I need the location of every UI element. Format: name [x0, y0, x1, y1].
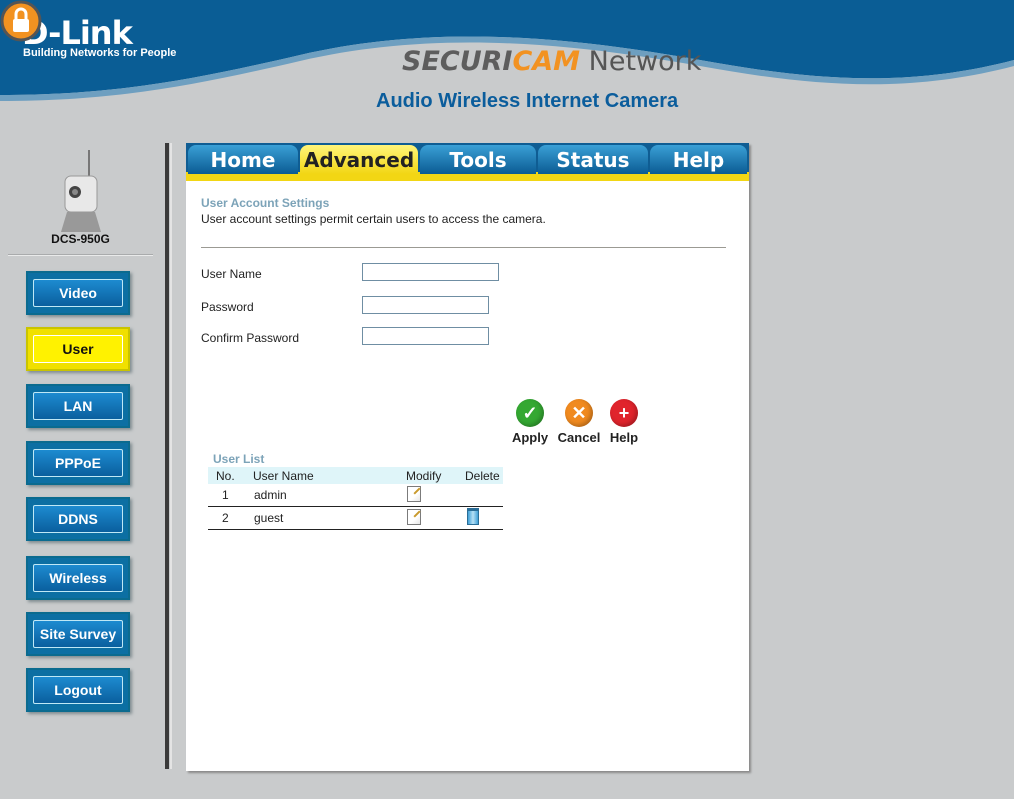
sidebar-divider — [8, 254, 153, 256]
tab-advanced[interactable]: Advanced — [300, 145, 418, 174]
sidebar-item-label: Wireless — [33, 564, 123, 592]
sidebar-item-label: LAN — [33, 392, 123, 420]
table-header-row: No. User Name Modify Delete — [208, 467, 503, 484]
plus-icon: + — [610, 399, 638, 427]
password-input[interactable] — [362, 296, 489, 314]
sidebar-item-label: User — [33, 335, 123, 363]
row-number: 2 — [208, 506, 253, 530]
sidebar-item-site-survey[interactable]: Site Survey — [26, 612, 130, 656]
section-divider — [201, 247, 726, 248]
product-subtitle: Audio Wireless Internet Camera — [376, 90, 679, 112]
sidebar-item-pppoe[interactable]: PPPoE — [26, 441, 130, 485]
row-number: 1 — [208, 484, 253, 507]
apply-label: Apply — [511, 430, 549, 445]
tab-status[interactable]: Status — [538, 145, 648, 174]
help-label: Help — [609, 430, 639, 445]
product-title-part2: CAM — [512, 46, 581, 77]
sidebar-item-logout[interactable]: Logout — [26, 668, 130, 712]
sidebar: DCS-950G Video User LAN PPPoE DDNS Wirel… — [8, 142, 153, 772]
product-title-part3: Network — [580, 46, 702, 77]
product-title: SECURICAM Network — [402, 46, 701, 77]
tab-tools[interactable]: Tools — [420, 145, 536, 174]
username-label: User Name — [201, 267, 262, 281]
sidebar-item-label: Logout — [33, 676, 123, 704]
column-header-no: No. — [208, 467, 253, 484]
sidebar-item-label: DDNS — [33, 505, 123, 533]
user-list-title: User List — [213, 452, 265, 466]
table-row: 1 admin — [208, 484, 503, 507]
tab-bar: Home Advanced Tools Status Help — [186, 143, 749, 181]
vertical-divider-highlight — [170, 143, 172, 769]
row-username: guest — [253, 506, 406, 530]
cancel-icon: ✕ — [565, 399, 593, 427]
sidebar-item-wireless[interactable]: Wireless — [26, 556, 130, 600]
trash-icon[interactable] — [467, 508, 479, 525]
sidebar-item-user[interactable]: User — [26, 327, 130, 371]
cancel-button[interactable]: ✕ Cancel — [556, 399, 602, 445]
sidebar-item-ddns[interactable]: DDNS — [26, 497, 130, 541]
cancel-label: Cancel — [557, 430, 601, 445]
password-label: Password — [201, 300, 254, 314]
check-icon: ✓ — [516, 399, 544, 427]
column-header-modify: Modify — [406, 467, 465, 484]
table-row: 2 guest — [208, 506, 503, 530]
tab-help[interactable]: Help — [650, 145, 747, 174]
edit-icon[interactable] — [407, 485, 421, 502]
column-header-username: User Name — [253, 467, 406, 484]
dlink-tagline: Building Networks for People — [23, 47, 177, 59]
section-description: User account settings permit certain use… — [201, 212, 546, 226]
confirm-password-input[interactable] — [362, 327, 489, 345]
tab-home[interactable]: Home — [188, 145, 298, 174]
product-title-part1: SECURI — [402, 46, 513, 77]
sidebar-item-video[interactable]: Video — [26, 271, 130, 315]
confirm-password-label: Confirm Password — [201, 331, 300, 345]
edit-icon[interactable] — [407, 508, 421, 525]
sidebar-item-label: Video — [33, 279, 123, 307]
sidebar-item-label: Site Survey — [33, 620, 123, 648]
lock-icon — [0, 0, 42, 42]
help-button[interactable]: + Help — [607, 399, 641, 445]
row-username: admin — [253, 484, 406, 507]
header-banner: D-Link Building Networks for People SECU… — [0, 0, 1014, 130]
username-input[interactable] — [362, 263, 499, 281]
sidebar-item-label: PPPoE — [33, 449, 123, 477]
content-panel: Home Advanced Tools Status Help User Acc… — [186, 143, 749, 771]
user-list-table: No. User Name Modify Delete 1 admin 2 gu… — [208, 467, 503, 530]
apply-button[interactable]: ✓ Apply — [510, 399, 550, 445]
section-title: User Account Settings — [201, 196, 330, 210]
row-delete-cell — [465, 484, 503, 507]
model-label: DCS-950G — [51, 232, 110, 246]
sidebar-item-lan[interactable]: LAN — [26, 384, 130, 428]
column-header-delete: Delete — [465, 467, 503, 484]
camera-icon — [61, 150, 101, 232]
vertical-divider — [165, 143, 169, 769]
